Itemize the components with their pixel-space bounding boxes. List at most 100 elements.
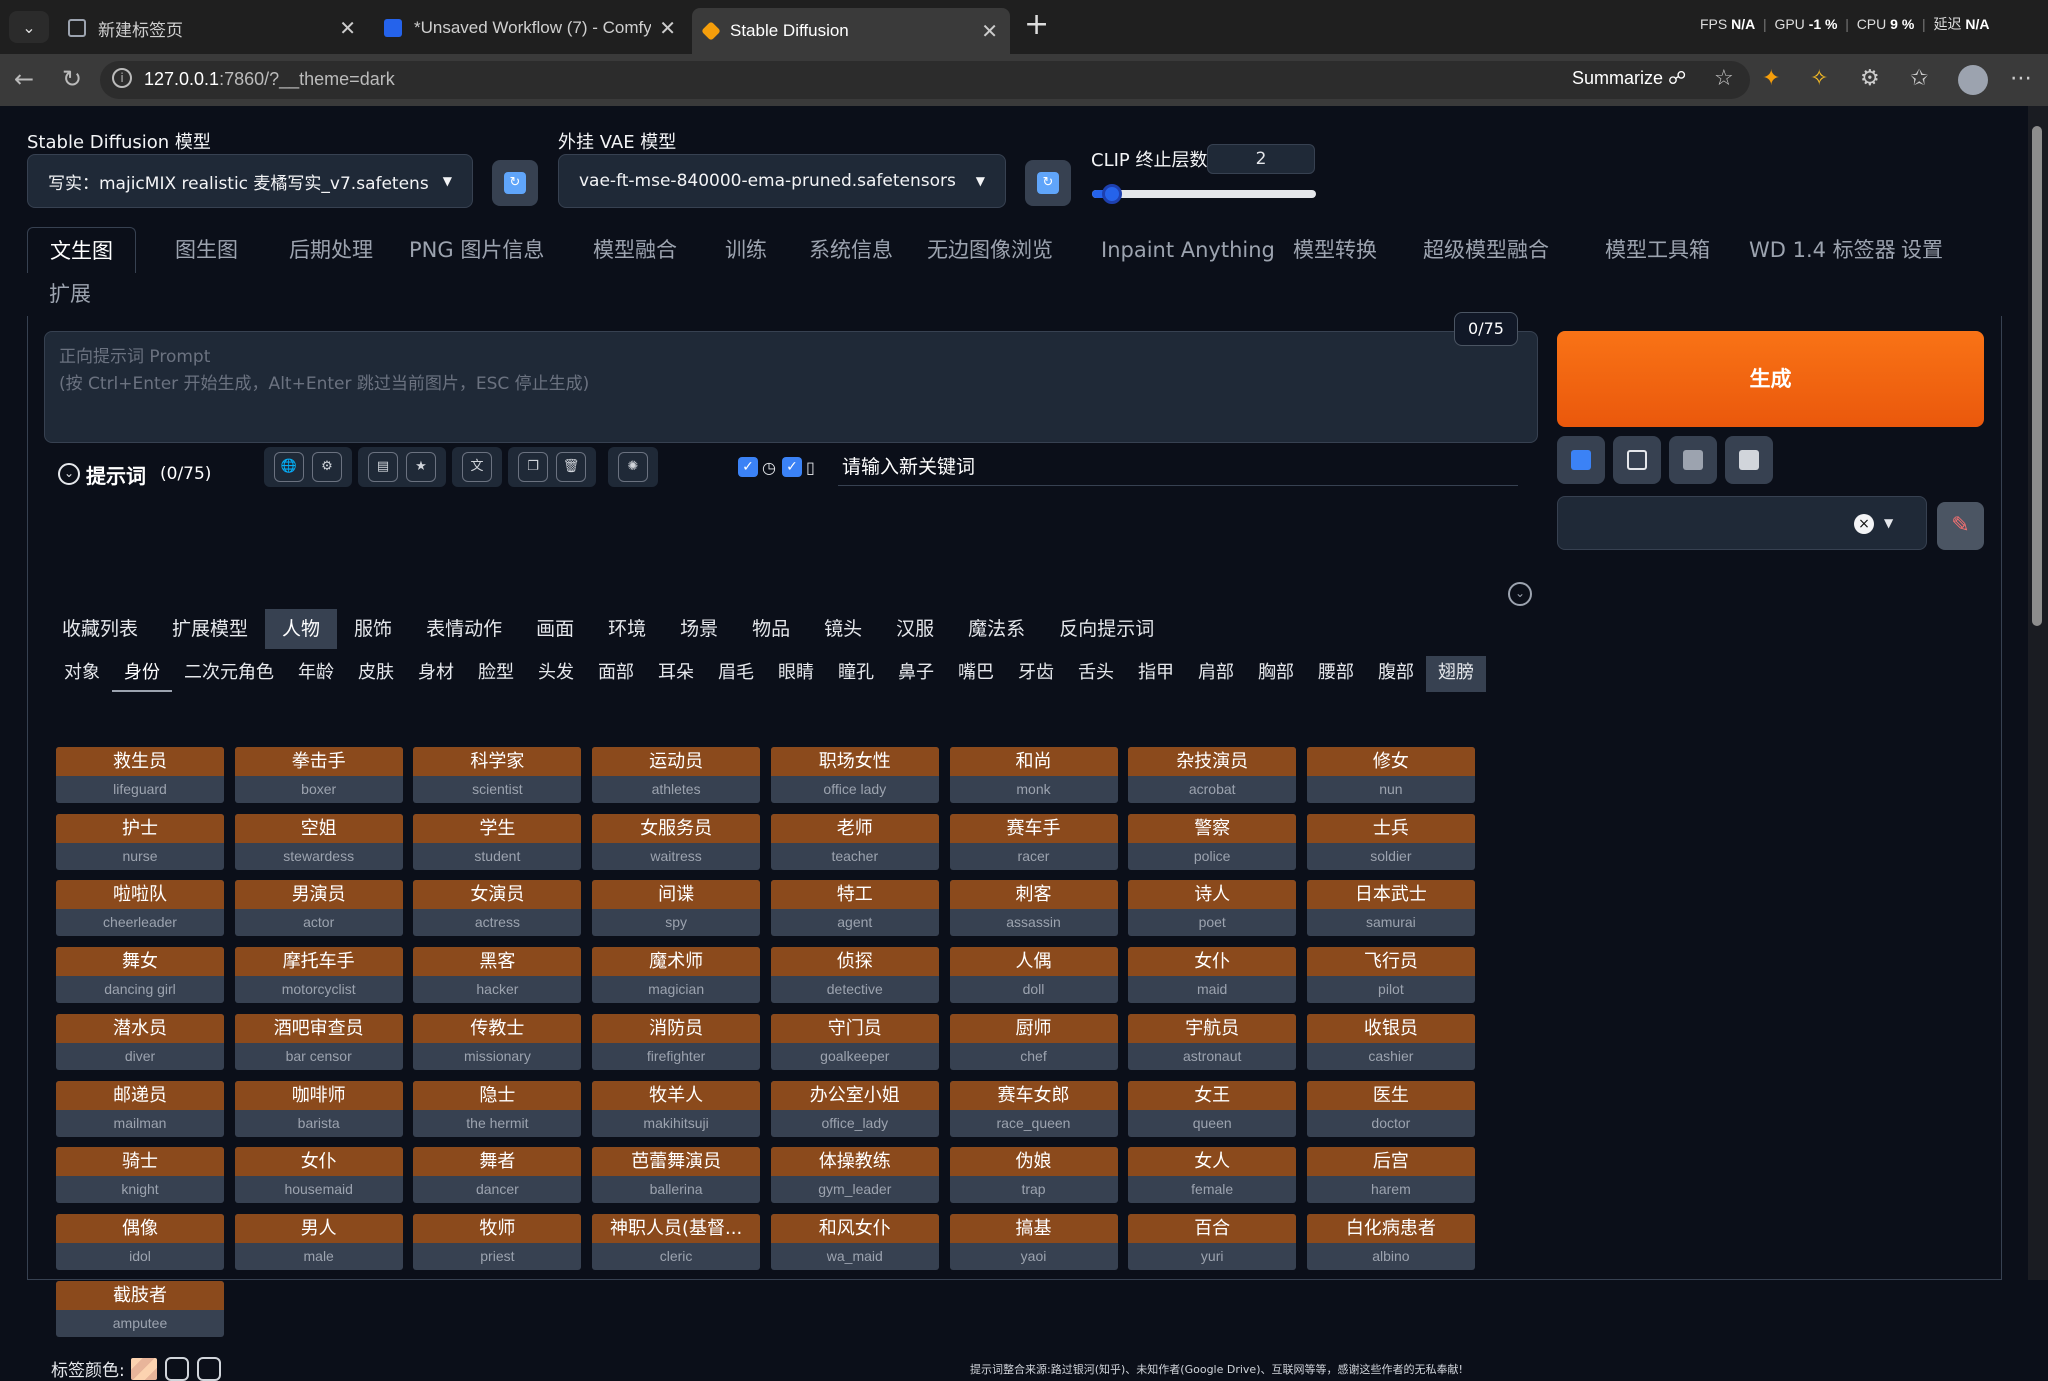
styles-button[interactable] — [1725, 436, 1773, 484]
vae-dropdown[interactable]: vae-ft-mse-840000-ema-pruned.safetensors… — [558, 154, 1006, 208]
tag-button[interactable]: 女王 queen — [1128, 1080, 1297, 1137]
subcategory-tab[interactable]: 头发 — [526, 656, 586, 692]
extension-icon[interactable]: ✦ — [1762, 66, 1780, 91]
tab-main-14[interactable]: 扩展 — [27, 271, 113, 317]
subcategory-tab[interactable]: 嘴巴 — [946, 656, 1006, 692]
tag-button[interactable]: 舞者 dancer — [413, 1147, 582, 1204]
subcategory-tab[interactable]: 眉毛 — [706, 656, 766, 692]
tag-button[interactable]: 职场女性 office lady — [770, 747, 939, 803]
new-keyword-input[interactable]: 请输入新关键词 — [838, 448, 1518, 486]
tag-button[interactable]: 女仆 maid — [1128, 947, 1297, 1004]
more-icon[interactable]: ⋯ — [2010, 66, 2032, 91]
translate-text-icon[interactable]: 文 — [462, 452, 492, 482]
tag-button[interactable]: 白化病患者 albino — [1306, 1213, 1475, 1270]
edit-styles-button[interactable]: ✎ — [1937, 502, 1984, 550]
reload-icon[interactable]: ↻ — [62, 66, 82, 92]
tag-button[interactable]: 截肢者 amputee — [56, 1280, 224, 1337]
tab-main-2[interactable]: 后期处理 — [267, 227, 395, 273]
tag-button[interactable]: 间谍 spy — [592, 880, 761, 937]
back-icon[interactable]: ← — [14, 66, 34, 92]
tag-button[interactable]: 邮递员 mailman — [56, 1080, 224, 1137]
styles-dropdown[interactable]: × ▼ — [1557, 496, 1927, 550]
subcategory-tab[interactable]: 腹部 — [1366, 656, 1426, 692]
page-scrollbar[interactable] — [2028, 106, 2048, 1280]
slider-handle[interactable] — [1102, 184, 1123, 204]
category-tab[interactable]: 表情动作 — [409, 609, 519, 649]
settings-gear-icon[interactable]: ⚙ — [312, 452, 342, 482]
tab-main-11[interactable]: 模型工具箱 — [1583, 227, 1732, 273]
generate-button[interactable]: 生成 — [1557, 331, 1984, 427]
subcategory-tab[interactable]: 腰部 — [1306, 656, 1366, 692]
tag-button[interactable]: 搞基 yaoi — [949, 1213, 1118, 1270]
tab-main-0[interactable]: 文生图 — [27, 227, 136, 273]
scrollbar-thumb[interactable] — [2032, 126, 2042, 626]
clip-skip-input[interactable]: 2 — [1207, 144, 1315, 174]
browser-tab-new[interactable]: 新建标签页 ✕ — [56, 8, 368, 48]
subcategory-tab[interactable]: 身份 — [112, 656, 172, 692]
tag-button[interactable]: 刺客 assassin — [949, 880, 1118, 937]
category-tab[interactable]: 魔法系 — [951, 609, 1042, 649]
url-text[interactable]: 127.0.0.1:7860/?__theme=dark — [144, 69, 395, 90]
subcategory-tab[interactable]: 翅膀 — [1426, 656, 1486, 692]
history-icon[interactable]: ▤ — [368, 452, 398, 482]
subcategory-tab[interactable]: 肩部 — [1186, 656, 1246, 692]
tag-button[interactable]: 摩托车手 motorcyclist — [234, 947, 403, 1004]
tab-main-1[interactable]: 图生图 — [153, 227, 260, 273]
subcategory-tab[interactable]: 身材 — [406, 656, 466, 692]
tag-button[interactable]: 学生 student — [413, 813, 582, 870]
tab-main-8[interactable]: Inpaint Anything — [1079, 227, 1297, 273]
tag-button[interactable]: 运动员 athletes — [592, 747, 761, 803]
tab-main-10[interactable]: 超级模型融合 — [1401, 227, 1571, 273]
tag-button[interactable]: 芭蕾舞演员 ballerina — [592, 1147, 761, 1204]
category-tab[interactable]: 镜头 — [807, 609, 879, 649]
collapse-chevron-icon[interactable]: ⌄ — [58, 463, 80, 485]
category-tab[interactable]: 人物 — [265, 609, 338, 649]
tag-button[interactable]: 士兵 soldier — [1306, 813, 1475, 870]
tag-button[interactable]: 女仆 housemaid — [234, 1147, 403, 1204]
clip-skip-slider[interactable] — [1092, 184, 1316, 204]
tag-button[interactable]: 女人 female — [1128, 1147, 1297, 1204]
subcategory-tab[interactable]: 牙齿 — [1006, 656, 1066, 692]
close-tab-icon[interactable]: ✕ — [339, 16, 356, 41]
paste-params-button[interactable] — [1557, 436, 1605, 484]
tag-button[interactable]: 救生员 lifeguard — [56, 747, 224, 803]
summarize-button[interactable]: Summarize ☍ — [1572, 68, 1686, 89]
subcategory-tab[interactable]: 皮肤 — [346, 656, 406, 692]
close-tab-icon[interactable]: ✕ — [659, 16, 676, 41]
tag-button[interactable]: 科学家 scientist — [413, 747, 582, 803]
tag-button[interactable]: 男演员 actor — [234, 880, 403, 937]
tag-button[interactable]: 黑客 hacker — [413, 947, 582, 1004]
refresh-vae-button[interactable]: ↻ — [1025, 160, 1071, 206]
tag-button[interactable]: 骑士 knight — [56, 1147, 224, 1204]
translate-globe-icon[interactable]: 🌐 — [274, 452, 304, 482]
close-tab-icon[interactable]: ✕ — [981, 19, 998, 44]
tag-button[interactable]: 护士 nurse — [56, 813, 224, 870]
subcategory-tab[interactable]: 二次元角色 — [172, 656, 286, 692]
checkbox-checked-icon[interactable]: ✓ — [781, 457, 802, 477]
favorites-icon[interactable]: ✩ — [1910, 66, 1928, 91]
subcategory-tab[interactable]: 年龄 — [286, 656, 346, 692]
tab-main-9[interactable]: 模型转换 — [1271, 227, 1399, 273]
subcategory-tab[interactable]: 脸型 — [466, 656, 526, 692]
tag-button[interactable]: 老师 teacher — [770, 813, 939, 870]
tab-main-4[interactable]: 模型融合 — [571, 227, 699, 273]
tag-button[interactable]: 潜水员 diver — [56, 1013, 224, 1070]
category-tab[interactable]: 收藏列表 — [45, 609, 155, 649]
category-tab[interactable]: 画面 — [519, 609, 591, 649]
clear-icon[interactable]: × — [1854, 514, 1874, 534]
tag-button[interactable]: 修女 nun — [1306, 747, 1475, 803]
refresh-models-button[interactable]: ↻ — [492, 160, 538, 206]
extension-icon[interactable]: ✧ — [1810, 66, 1828, 91]
tag-button[interactable]: 收银员 cashier — [1306, 1013, 1475, 1070]
tag-button[interactable]: 飞行员 pilot — [1306, 947, 1475, 1004]
tag-button[interactable]: 后宫 harem — [1306, 1147, 1475, 1204]
tag-button[interactable]: 牧师 priest — [413, 1213, 582, 1270]
info-icon[interactable]: i — [112, 68, 132, 88]
tag-button[interactable]: 杂技演员 acrobat — [1128, 747, 1297, 803]
profile-avatar-icon[interactable] — [1958, 65, 1988, 95]
subcategory-tab[interactable]: 鼻子 — [886, 656, 946, 692]
extensions-puzzle-icon[interactable]: ⚙ — [1860, 66, 1880, 91]
tag-button[interactable]: 赛车女郎 race_queen — [949, 1080, 1118, 1137]
tag-button[interactable]: 偶像 idol — [56, 1213, 224, 1270]
tag-button[interactable]: 百合 yuri — [1128, 1213, 1297, 1270]
